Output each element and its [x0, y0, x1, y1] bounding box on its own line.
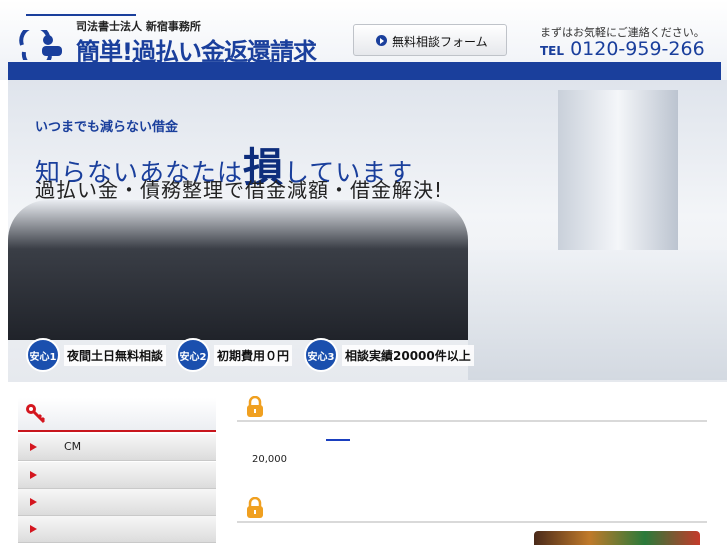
badge-text: 相談実績20000件以上 — [342, 344, 474, 366]
header-bar — [8, 62, 721, 80]
sidebar-item-label: CM — [64, 440, 82, 453]
triangle-right-icon — [30, 471, 37, 479]
site-header: 司法書士法人 新宿事務所 簡単!過払い金返還請求 無料相談フォーム まずはお気軽… — [0, 0, 727, 80]
main-content: 20,000 — [237, 394, 707, 545]
badge-number: 安心2 — [176, 338, 210, 372]
section-header — [237, 394, 707, 422]
assurance-badge: 安心2 初期費用０円 — [176, 338, 293, 372]
triangle-right-icon — [30, 443, 37, 451]
office-building-image — [468, 250, 727, 380]
hero-banner: いつまでも減らない借金 知らないあなたは損しています 過払い金・債務整理で借金減… — [8, 80, 727, 382]
consultation-form-button[interactable]: 無料相談フォーム — [353, 24, 507, 56]
staff-group-photo — [8, 200, 468, 340]
sidebar-item[interactable] — [18, 489, 216, 516]
sidebar-header — [18, 398, 216, 432]
assurance-badge: 安心3 相談実績20000件以上 — [304, 338, 474, 372]
assurance-badges: 安心1 夜間土日無料相談 安心2 初期費用０円 安心3 相談実績20000件以上 — [26, 338, 486, 374]
thumbnail-image[interactable] — [534, 531, 700, 545]
badge-text: 初期費用０円 — [214, 344, 293, 366]
sidebar-item[interactable] — [18, 516, 216, 543]
hero-tagline: いつまでも減らない借金 — [35, 120, 179, 135]
tel-number: 0120-959-266 — [570, 38, 705, 60]
arrow-right-icon — [376, 35, 387, 46]
key-icon — [26, 404, 46, 424]
logo-rule — [26, 14, 136, 16]
badge-text: 夜間土日無料相談 — [64, 344, 167, 366]
lock-icon — [247, 396, 263, 417]
assurance-badge: 安心1 夜間土日無料相談 — [26, 338, 167, 372]
consultation-form-label: 無料相談フォーム — [392, 35, 488, 49]
logo-mark-icon — [19, 30, 62, 60]
sidebar-item[interactable] — [18, 462, 216, 489]
badge-number: 安心3 — [304, 338, 338, 372]
triangle-right-icon — [30, 498, 37, 506]
phone-number[interactable]: TEL 0120-959-266 — [540, 38, 705, 60]
hero-subline: 過払い金・債務整理で借金減額・借金解決! — [35, 178, 444, 202]
section-header — [237, 495, 707, 523]
badge-number: 安心1 — [26, 338, 60, 372]
site-logo[interactable]: 司法書士法人 新宿事務所 簡単!過払い金返還請求 — [18, 14, 338, 66]
text-link[interactable] — [326, 439, 350, 441]
tel-label: TEL — [540, 44, 565, 58]
sidebar-item-cm[interactable]: CM — [18, 434, 216, 461]
lock-icon — [247, 497, 263, 518]
sidebar-menu: CM — [18, 398, 216, 545]
stat-value: 20,000 — [252, 454, 287, 465]
triangle-right-icon — [30, 525, 37, 533]
